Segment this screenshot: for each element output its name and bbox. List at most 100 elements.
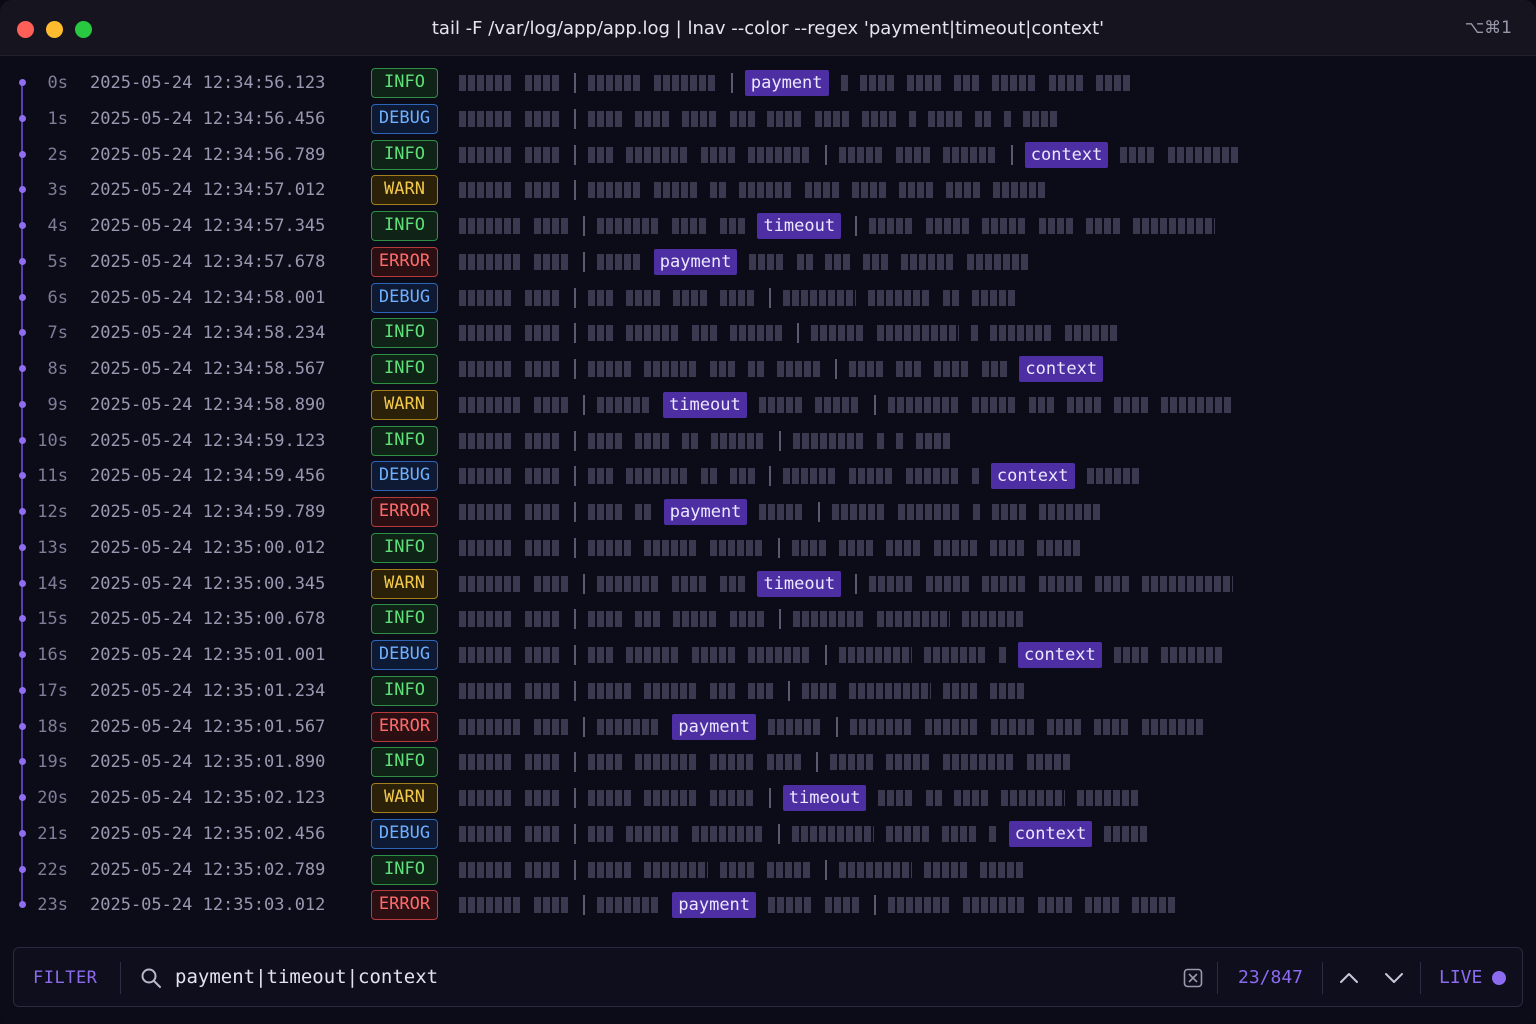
- log-row[interactable]: 1s 2025-05-24 12:34:56.456 DEBUG: [0, 103, 1536, 134]
- relative-time: 10s: [37, 430, 68, 451]
- match-highlight: payment: [653, 248, 738, 275]
- filter-input[interactable]: payment|timeout|context: [175, 966, 438, 988]
- chevron-up-icon[interactable]: [1338, 968, 1360, 988]
- log-row[interactable]: 17s 2025-05-24 12:35:01.234 INFO: [0, 675, 1536, 706]
- close-window-button[interactable]: [17, 21, 34, 38]
- timestamp: 2025-05-24 12:35:00.012: [90, 537, 326, 558]
- redacted-text: [459, 146, 513, 163]
- redacted-text: [1037, 897, 1074, 914]
- log-row[interactable]: 7s 2025-05-24 12:34:58.234 INFO: [0, 318, 1536, 349]
- filter-label: FILTER: [33, 968, 98, 988]
- field-separator: [583, 573, 586, 594]
- log-row[interactable]: 5s 2025-05-24 12:34:57.678 ERROR payment: [0, 246, 1536, 277]
- log-row[interactable]: 9s 2025-05-24 12:34:58.890 WARN timeout: [0, 389, 1536, 420]
- log-message: context: [459, 819, 1161, 849]
- timestamp: 2025-05-24 12:34:58.567: [90, 359, 326, 379]
- relative-time: 21s: [37, 823, 68, 844]
- log-level-badge: DEBUG: [371, 103, 438, 134]
- redacted-text: [804, 182, 840, 199]
- redacted-text: [459, 289, 513, 306]
- redacted-text: [710, 790, 755, 806]
- log-row[interactable]: 4s 2025-05-24 12:34:57.345 INFO timeout: [0, 211, 1536, 241]
- redacted-text: [587, 289, 614, 306]
- redacted-text: [909, 110, 917, 127]
- redacted-text: [849, 718, 913, 735]
- log-row[interactable]: 10s 2025-05-24 12:34:59.123 INFO: [0, 425, 1536, 456]
- redacted-text: [792, 432, 866, 449]
- field-separator: [573, 752, 576, 773]
- redacted-text: [859, 75, 896, 91]
- log-row[interactable]: 20s 2025-05-24 12:35:02.123 WARN timeout: [0, 783, 1536, 813]
- redacted-text: [1113, 396, 1149, 413]
- log-row[interactable]: 14s 2025-05-24 12:35:00.345 WARN timeout: [0, 568, 1536, 599]
- log-row[interactable]: 15s 2025-05-24 12:35:00.678 INFO: [0, 604, 1536, 635]
- redacted-text: [962, 897, 1026, 914]
- relative-time: 20s: [37, 788, 68, 808]
- log-row[interactable]: 12s 2025-05-24 12:34:59.789 ERROR payment: [0, 497, 1536, 527]
- redacted-text: [587, 825, 614, 842]
- log-row[interactable]: 8s 2025-05-24 12:34:58.567 INFO context: [0, 354, 1536, 384]
- log-row[interactable]: 23s 2025-05-24 12:35:03.012 ERROR payment: [0, 890, 1536, 921]
- field-separator: [573, 537, 576, 558]
- redacted-text: [1001, 790, 1065, 806]
- log-row[interactable]: 21s 2025-05-24 12:35:02.456 DEBUG context: [0, 818, 1536, 849]
- minimize-window-button[interactable]: [46, 21, 63, 38]
- redacted-text: [1095, 575, 1131, 592]
- field-separator: [573, 144, 576, 165]
- redacted-text: [459, 253, 523, 270]
- log-message: [459, 676, 1037, 706]
- redacted-text: [954, 75, 981, 91]
- log-level-badge: ERROR: [371, 246, 438, 277]
- log-message: timeout: [459, 783, 1152, 813]
- redacted-text: [877, 432, 885, 449]
- log-row[interactable]: 11s 2025-05-24 12:34:59.456 DEBUG context: [0, 461, 1536, 492]
- redacted-text: [895, 146, 931, 163]
- log-message: [459, 747, 1084, 777]
- redacted-text: [942, 754, 1016, 771]
- redacted-text: [691, 325, 718, 342]
- log-level-badge: ERROR: [371, 497, 438, 527]
- log-row[interactable]: 2s 2025-05-24 12:34:56.789 INFO context: [0, 139, 1536, 170]
- redacted-text: [758, 396, 804, 413]
- log-row[interactable]: 18s 2025-05-24 12:35:01.567 ERROR payment: [0, 711, 1536, 742]
- zoom-window-button[interactable]: [75, 21, 92, 38]
- redacted-text: [923, 861, 969, 878]
- field-separator: [788, 680, 791, 701]
- match-highlight: payment: [744, 70, 829, 96]
- redacted-text: [1160, 647, 1224, 663]
- redacted-text: [524, 468, 560, 485]
- log-row[interactable]: 22s 2025-05-24 12:35:02.789 INFO: [0, 854, 1536, 885]
- redacted-text: [719, 218, 746, 234]
- redacted-text: [989, 825, 997, 842]
- redacted-text: [975, 110, 993, 127]
- redacted-text: [925, 575, 971, 592]
- log-message: timeout: [459, 211, 1227, 241]
- redacted-text: [459, 468, 513, 485]
- redacted-text: [1160, 396, 1234, 413]
- log-row[interactable]: 3s 2025-05-24 12:34:57.012 WARN: [0, 175, 1536, 206]
- redacted-text: [1038, 218, 1074, 234]
- log-row[interactable]: 0s 2025-05-24 12:34:56.123 INFO payment: [0, 68, 1536, 98]
- chevron-down-icon[interactable]: [1383, 968, 1405, 988]
- redacted-text: [587, 754, 624, 771]
- redacted-text: [459, 575, 523, 592]
- redacted-text: [861, 110, 897, 127]
- log-row[interactable]: 6s 2025-05-24 12:34:58.001 DEBUG: [0, 282, 1536, 313]
- redacted-text: [802, 682, 838, 699]
- live-toggle[interactable]: LIVE: [1439, 967, 1482, 988]
- redacted-text: [1039, 504, 1103, 520]
- redacted-text: [942, 146, 997, 163]
- clear-icon[interactable]: [1183, 968, 1203, 988]
- log-row[interactable]: 16s 2025-05-24 12:35:01.001 DEBUG context: [0, 640, 1536, 670]
- log-row[interactable]: 19s 2025-05-24 12:35:01.890 INFO: [0, 747, 1536, 778]
- log-message: [459, 855, 1037, 885]
- log-view[interactable]: 0s 2025-05-24 12:34:56.123 INFO payment 1s 20…: [0, 64, 1536, 930]
- log-row[interactable]: 13s 2025-05-24 12:35:00.012 INFO: [0, 532, 1536, 563]
- redacted-text: [839, 146, 884, 163]
- redacted-text: [459, 754, 513, 771]
- field-separator: [769, 466, 772, 487]
- redacted-text: [524, 790, 560, 806]
- timestamp: 2025-05-24 12:35:01.234: [90, 680, 326, 701]
- match-count: 23/847: [1238, 967, 1304, 988]
- redacted-text: [710, 539, 765, 556]
